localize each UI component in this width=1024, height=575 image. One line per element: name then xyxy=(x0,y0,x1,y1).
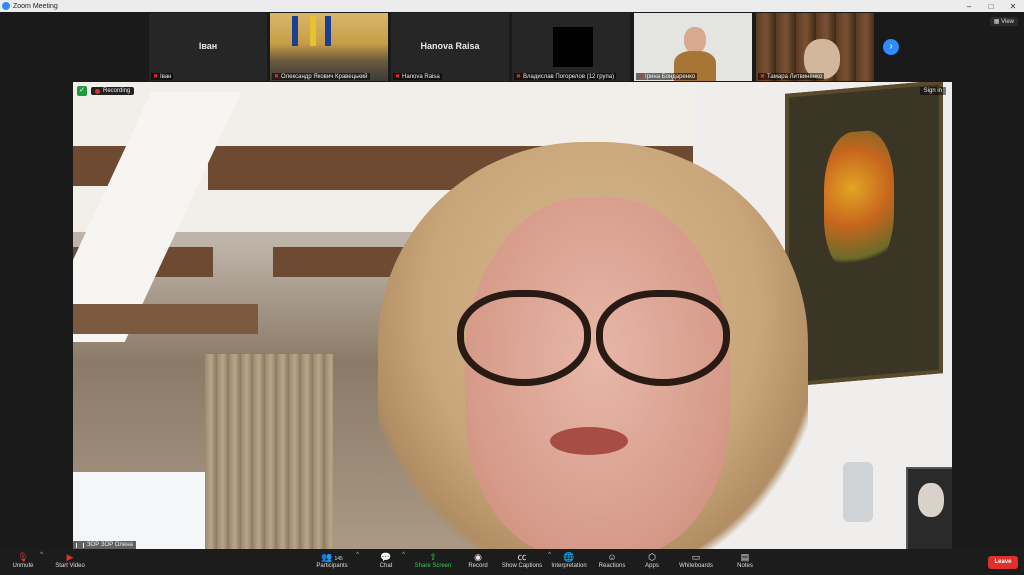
share-screen-icon: ⇧ xyxy=(429,552,437,562)
minimize-button[interactable]: – xyxy=(958,2,980,11)
speaker-name-label: ЗОР ЗОР Олена xyxy=(73,541,136,549)
notes-icon: ▤ xyxy=(740,552,750,562)
maximize-button[interactable]: □ xyxy=(980,2,1002,11)
participant-name: Hanova Raisa xyxy=(420,41,480,51)
video-placeholder xyxy=(553,27,593,67)
participant-tile[interactable]: ✖ Ірина Бондаренко xyxy=(634,13,752,81)
chevron-up-icon[interactable]: ^ xyxy=(402,552,405,558)
mic-muted-icon: ✖ xyxy=(638,74,644,80)
chevron-up-icon[interactable]: ^ xyxy=(356,552,359,558)
mic-off-icon: 🎙 xyxy=(17,552,29,562)
participant-tile[interactable]: Іван ✖ Іван xyxy=(149,13,267,81)
participant-tile[interactable]: ✖ Владислав Погорелов (12 група) xyxy=(512,13,630,81)
captions-icon: ㏄ xyxy=(517,552,527,562)
interpretation-button[interactable]: 🌐 Interpretation xyxy=(548,551,590,569)
mic-muted-icon: ✖ xyxy=(395,74,401,80)
participant-strip: Іван ✖ Іван ✖ Олександр Якович Кравецький … xyxy=(0,12,1024,82)
security-shield-icon[interactable]: ✓ xyxy=(77,86,87,96)
audio-level-icon xyxy=(76,542,84,548)
mic-muted-icon: ✖ xyxy=(760,74,766,80)
participant-face xyxy=(684,27,706,53)
view-grid-icon: ▦ xyxy=(993,19,1002,25)
participant-label: ✖ Hanova Raisa xyxy=(393,73,442,80)
glasses-left-lens xyxy=(457,290,591,386)
participant-label: ✖ Іван xyxy=(151,73,174,80)
recording-status: ✓ Recording xyxy=(77,86,135,96)
recording-indicator[interactable]: Recording xyxy=(91,87,135,95)
active-speaker-video: ✓ Recording Sign in ЗОР ЗОР Олена xyxy=(73,82,952,549)
zoom-logo-icon xyxy=(2,2,10,10)
participant-name: Іван xyxy=(198,41,218,51)
view-button[interactable]: ▦ View xyxy=(989,17,1018,26)
flag-graphic xyxy=(310,16,316,46)
chevron-up-icon[interactable]: ^ xyxy=(40,552,43,558)
whiteboard-icon: ▭ xyxy=(691,552,701,562)
reactions-button[interactable]: ☺ Reactions xyxy=(597,551,627,569)
chat-button[interactable]: 💬 Chat ^ xyxy=(374,551,405,569)
record-button[interactable]: ◉ Record xyxy=(466,551,490,569)
participant-label: ✖ Владислав Погорелов (12 група) xyxy=(514,73,617,80)
participant-label: ✖ Олександр Якович Кравецький xyxy=(272,73,370,80)
participant-tile[interactable]: ✖ Тамара Литвиненко xyxy=(756,13,874,81)
next-page-button[interactable]: › xyxy=(883,39,899,55)
participant-label: ✖ Тамара Литвиненко xyxy=(758,73,825,80)
apps-button[interactable]: ⬡ Apps xyxy=(640,551,664,569)
globe-icon: 🌐 xyxy=(563,552,575,562)
meeting-toolbar: 🎙 Unmute ^ ▶ Start Video 👥 145 Participants … xyxy=(0,549,1024,575)
participants-button[interactable]: 👥 145 Participants ^ xyxy=(312,551,359,569)
close-button[interactable]: ✕ xyxy=(1002,2,1024,11)
participants-count: 145 xyxy=(334,556,343,562)
participants-icon: 👥 145 xyxy=(321,552,343,562)
framed-photo xyxy=(906,467,952,549)
mic-muted-icon: ✖ xyxy=(274,74,280,80)
leave-button[interactable]: Leave xyxy=(988,556,1018,569)
wall-painting xyxy=(785,82,943,387)
vase xyxy=(843,462,873,522)
participant-tile[interactable]: Hanova Raisa ✖ Hanova Raisa xyxy=(391,13,509,81)
window-title: Zoom Meeting xyxy=(13,2,58,10)
glasses-right-lens xyxy=(596,290,730,386)
video-off-icon: ▶ xyxy=(66,552,74,562)
show-captions-button[interactable]: ㏄ Show Captions ^ xyxy=(500,551,551,569)
unmute-button[interactable]: 🎙 Unmute ^ xyxy=(10,551,43,569)
sign-in-button[interactable]: Sign in xyxy=(919,87,946,95)
participant-label: ✖ Ірина Бондаренко xyxy=(636,73,698,80)
curtain xyxy=(205,354,333,549)
mic-muted-icon: ✖ xyxy=(516,74,522,80)
start-video-button[interactable]: ▶ Start Video xyxy=(52,551,88,569)
notes-button[interactable]: ▤ Notes xyxy=(733,551,757,569)
whiteboards-button[interactable]: ▭ Whiteboards xyxy=(676,551,716,569)
flag-graphic xyxy=(325,16,331,46)
flag-graphic xyxy=(292,16,298,46)
record-icon: ◉ xyxy=(474,552,482,562)
recording-dot-icon xyxy=(95,88,100,94)
apps-icon: ⬡ xyxy=(648,552,656,562)
speaker-mouth xyxy=(550,427,628,455)
mic-muted-icon: ✖ xyxy=(153,74,159,80)
title-bar: Zoom Meeting – □ ✕ xyxy=(0,0,1024,12)
reactions-icon: ☺ xyxy=(607,552,617,562)
chat-icon: 💬 xyxy=(380,552,392,562)
participant-tile[interactable]: ✖ Олександр Якович Кравецький xyxy=(270,13,388,81)
share-screen-button[interactable]: ⇧ Share Screen xyxy=(413,551,453,569)
ceiling-beam xyxy=(73,304,258,334)
